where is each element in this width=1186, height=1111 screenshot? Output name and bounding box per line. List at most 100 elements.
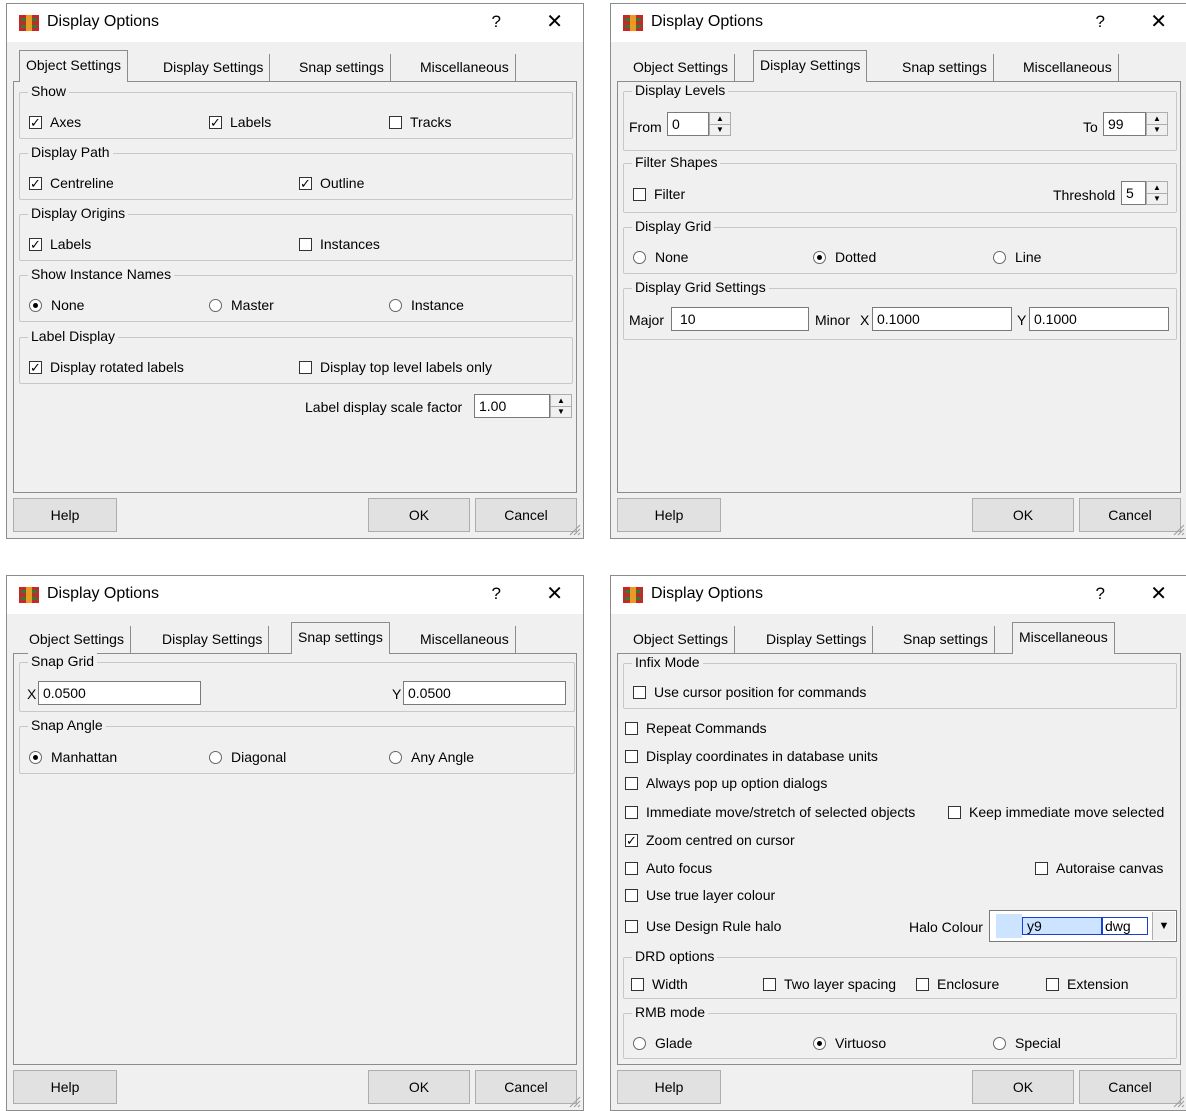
cancel-button[interactable]: Cancel xyxy=(1079,498,1181,532)
tab-miscellaneous[interactable]: Miscellaneous xyxy=(414,626,516,653)
spin-down-icon[interactable]: ▼ xyxy=(710,124,730,135)
resize-grip-icon[interactable] xyxy=(1173,524,1185,536)
centreline-checkbox[interactable]: ✓ Centreline xyxy=(29,175,114,191)
ok-button[interactable]: OK xyxy=(368,1070,470,1104)
cursor-position-checkbox[interactable]: Use cursor position for commands xyxy=(633,684,866,700)
dropdown-arrow-icon[interactable]: ▼ xyxy=(1152,912,1175,940)
tab-display-settings[interactable]: Display Settings xyxy=(760,626,874,653)
grid-dotted-radio[interactable]: Dotted xyxy=(813,249,876,265)
resize-grip-icon[interactable] xyxy=(569,1096,581,1108)
cancel-button[interactable]: Cancel xyxy=(475,498,577,532)
scale-factor-spinner[interactable]: ▲ ▼ xyxy=(550,394,572,418)
help-button[interactable]: Help xyxy=(13,1070,117,1104)
keep-selected-checkbox[interactable]: Keep immediate move selected xyxy=(948,804,1164,820)
axes-checkbox[interactable]: ✓ Axes xyxy=(29,114,81,130)
popup-dialogs-checkbox[interactable]: Always pop up option dialogs xyxy=(625,775,827,791)
threshold-label: Threshold xyxy=(1053,187,1116,203)
tab-snap-settings[interactable]: Snap settings xyxy=(896,54,994,81)
help-button[interactable]: Help xyxy=(617,498,721,532)
true-colour-checkbox[interactable]: Use true layer colour xyxy=(625,887,775,903)
zoom-cursor-checkbox[interactable]: ✓ Zoom centred on cursor xyxy=(625,832,795,848)
tab-snap-settings[interactable]: Snap settings xyxy=(293,54,391,81)
angle-diagonal-radio[interactable]: Diagonal xyxy=(209,749,286,765)
tab-object-settings[interactable]: Object Settings xyxy=(19,50,128,82)
major-grid-input[interactable] xyxy=(671,307,809,331)
tab-display-settings[interactable]: Display Settings xyxy=(753,50,868,82)
origin-labels-checkbox[interactable]: ✓ Labels xyxy=(29,236,91,252)
angle-manhattan-radio[interactable]: Manhattan xyxy=(29,749,117,765)
to-level-spinner[interactable]: ▲ ▼ xyxy=(1146,112,1168,136)
from-level-spinner[interactable]: ▲ ▼ xyxy=(709,112,731,136)
halo-layer-value: y9 xyxy=(1022,917,1102,935)
from-level-input[interactable] xyxy=(667,112,709,136)
names-none-radio[interactable]: None xyxy=(29,297,84,313)
tab-miscellaneous[interactable]: Miscellaneous xyxy=(414,54,516,81)
tab-object-settings[interactable]: Object Settings xyxy=(627,626,735,653)
autoraise-checkbox[interactable]: Autoraise canvas xyxy=(1035,860,1163,876)
drd-enclosure-checkbox[interactable]: Enclosure xyxy=(916,976,999,992)
snap-x-input[interactable] xyxy=(38,681,201,705)
tab-snap-settings[interactable]: Snap settings xyxy=(897,626,995,653)
tab-display-settings[interactable]: Display Settings xyxy=(156,626,270,653)
tab-snap-settings[interactable]: Snap settings xyxy=(291,622,390,654)
repeat-commands-checkbox[interactable]: Repeat Commands xyxy=(625,720,767,736)
help-icon[interactable]: ? xyxy=(492,12,501,32)
top-level-labels-checkbox[interactable]: Display top level labels only xyxy=(299,359,492,375)
close-icon[interactable]: ✕ xyxy=(1150,9,1167,34)
cancel-button[interactable]: Cancel xyxy=(1079,1070,1181,1104)
outline-checkbox[interactable]: ✓ Outline xyxy=(299,175,364,191)
spin-down-icon[interactable]: ▼ xyxy=(1147,124,1167,135)
db-units-checkbox[interactable]: Display coordinates in database units xyxy=(625,748,878,764)
drd-width-checkbox[interactable]: Width xyxy=(631,976,688,992)
tracks-checkbox[interactable]: Tracks xyxy=(389,114,451,130)
threshold-spinner[interactable]: ▲ ▼ xyxy=(1146,181,1168,205)
names-instance-radio[interactable]: Instance xyxy=(389,297,464,313)
rmb-glade-radio[interactable]: Glade xyxy=(633,1035,692,1051)
resize-grip-icon[interactable] xyxy=(569,524,581,536)
ok-button[interactable]: OK xyxy=(972,498,1074,532)
ok-button[interactable]: OK xyxy=(972,1070,1074,1104)
tab-miscellaneous[interactable]: Miscellaneous xyxy=(1017,54,1119,81)
grid-none-radio[interactable]: None xyxy=(633,249,688,265)
drd-extension-checkbox[interactable]: Extension xyxy=(1046,976,1128,992)
spin-down-icon[interactable]: ▼ xyxy=(1147,193,1167,204)
minor-y-input[interactable] xyxy=(1029,307,1169,331)
group-display-origins: Display Origins xyxy=(19,205,573,261)
dialog-title: Display Options xyxy=(47,585,160,602)
cancel-button[interactable]: Cancel xyxy=(475,1070,577,1104)
spin-down-icon[interactable]: ▼ xyxy=(551,406,571,417)
threshold-input[interactable] xyxy=(1121,181,1146,205)
auto-focus-checkbox[interactable]: Auto focus xyxy=(625,860,712,876)
filter-checkbox[interactable]: Filter xyxy=(633,186,685,202)
help-button[interactable]: Help xyxy=(13,498,117,532)
ok-button[interactable]: OK xyxy=(368,498,470,532)
names-master-radio[interactable]: Master xyxy=(209,297,274,313)
close-icon[interactable]: ✕ xyxy=(546,9,563,34)
help-icon[interactable]: ? xyxy=(492,584,501,604)
tab-display-settings[interactable]: Display Settings xyxy=(157,54,271,81)
help-button[interactable]: Help xyxy=(617,1070,721,1104)
snap-y-input[interactable] xyxy=(403,681,566,705)
scale-factor-input[interactable] xyxy=(474,394,550,418)
instances-checkbox[interactable]: Instances xyxy=(299,236,380,252)
tab-object-settings[interactable]: Object Settings xyxy=(627,54,735,81)
tab-miscellaneous[interactable]: Miscellaneous xyxy=(1012,622,1115,654)
to-level-input[interactable] xyxy=(1103,112,1146,136)
grid-line-radio[interactable]: Line xyxy=(993,249,1041,265)
show-labels-checkbox[interactable]: ✓ Labels xyxy=(209,114,271,130)
close-icon[interactable]: ✕ xyxy=(1150,581,1167,606)
minor-x-input[interactable] xyxy=(872,307,1012,331)
help-icon[interactable]: ? xyxy=(1096,12,1105,32)
rotated-labels-checkbox[interactable]: ✓ Display rotated labels xyxy=(29,359,184,375)
close-icon[interactable]: ✕ xyxy=(546,581,563,606)
angle-any-radio[interactable]: Any Angle xyxy=(389,749,474,765)
halo-checkbox[interactable]: Use Design Rule halo xyxy=(625,918,781,934)
tab-object-settings[interactable]: Object Settings xyxy=(23,626,131,653)
help-icon[interactable]: ? xyxy=(1096,584,1105,604)
immediate-move-checkbox[interactable]: Immediate move/stretch of selected objec… xyxy=(625,804,915,820)
rmb-special-radio[interactable]: Special xyxy=(993,1035,1061,1051)
halo-colour-select[interactable]: y9 dwg ▼ xyxy=(989,910,1177,942)
resize-grip-icon[interactable] xyxy=(1173,1096,1185,1108)
rmb-virtuoso-radio[interactable]: Virtuoso xyxy=(813,1035,886,1051)
drd-two-layer-checkbox[interactable]: Two layer spacing xyxy=(763,976,896,992)
